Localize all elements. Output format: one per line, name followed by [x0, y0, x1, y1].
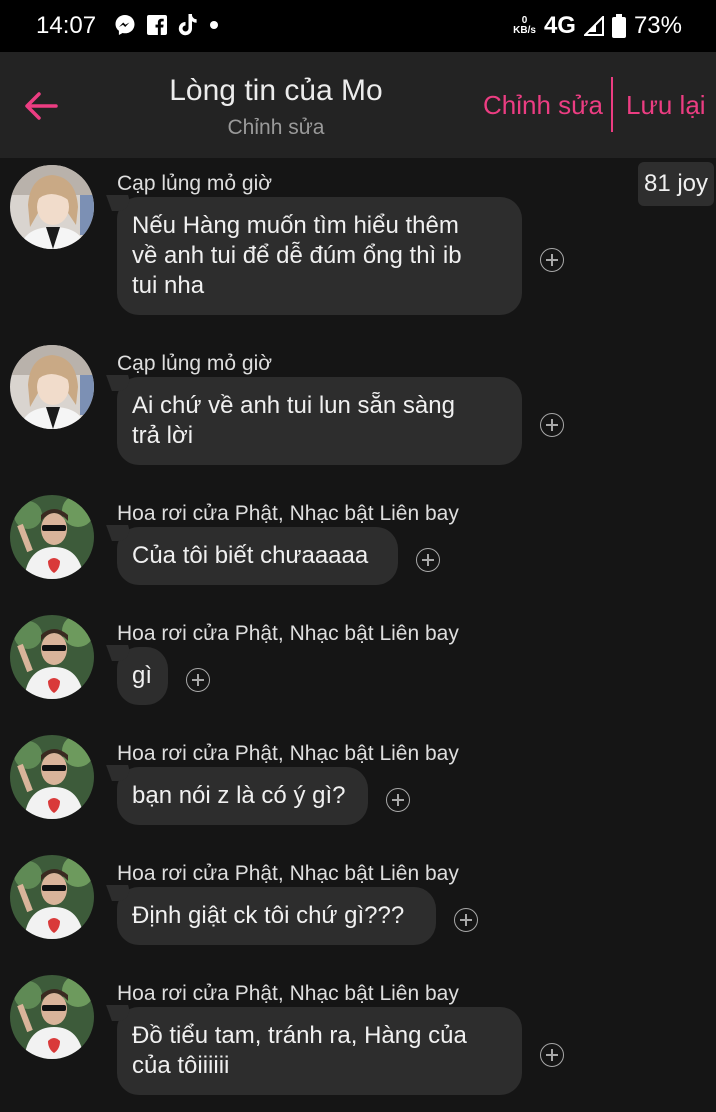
message-line: Định giật ck tôi chứ gì???	[132, 902, 405, 929]
message-line: bạn nói z là có ý gì?	[132, 782, 346, 809]
message-bubble[interactable]: Định giật ck tôi chứ gì???	[117, 887, 436, 945]
signal-icon	[583, 16, 604, 36]
avatar[interactable]	[10, 735, 94, 819]
page-subtitle: Chỉnh sửa	[227, 116, 325, 139]
add-reaction-icon[interactable]	[540, 1043, 564, 1067]
app-header: Lòng tin của Mo Chỉnh sửa Chỉnh sửa Lưu …	[0, 52, 716, 158]
avatar[interactable]	[10, 345, 94, 429]
message-line: gì	[132, 662, 153, 689]
edit-button[interactable]: Chỉnh sửa	[483, 90, 603, 121]
add-reaction-icon[interactable]	[454, 908, 478, 932]
message-bubble[interactable]: Của tôi biết chưaaaaa	[117, 527, 398, 585]
data-speed: 0 KB/s	[513, 16, 536, 36]
avatar[interactable]	[10, 165, 94, 249]
sender-name: Hoa rơi cửa Phật, Nhạc bật Liên bay	[117, 742, 459, 765]
avatar-photo-sunglasses	[10, 975, 94, 1059]
messenger-icon	[115, 15, 135, 35]
data-speed-unit: KB/s	[513, 25, 536, 36]
avatar[interactable]	[10, 855, 94, 939]
battery-icon	[611, 14, 626, 38]
add-reaction-icon[interactable]	[386, 788, 410, 812]
message-line: Đồ tiểu tam, tránh ra, Hàng của	[132, 1022, 467, 1049]
message-bubble[interactable]: gì	[117, 647, 168, 705]
message-bubble[interactable]: Đồ tiểu tam, tránh ra, Hàng của của tôii…	[117, 1007, 522, 1095]
tiktok-icon	[178, 14, 197, 36]
page-title: Lòng tin của Mo	[169, 74, 383, 107]
add-reaction-icon[interactable]	[540, 413, 564, 437]
facebook-icon	[147, 15, 167, 35]
status-time: 14:07	[36, 12, 97, 39]
network-type: 4G	[543, 12, 576, 39]
battery-percent: 73%	[633, 12, 682, 39]
sender-name: Hoa rơi cửa Phật, Nhạc bật Liên bay	[117, 862, 459, 885]
sender-name: Cạp lủng mỏ giờ	[117, 172, 273, 195]
avatar-photo-sunglasses	[10, 615, 94, 699]
avatar-photo-blonde	[10, 165, 94, 249]
avatar[interactable]	[10, 615, 94, 699]
avatar-photo-sunglasses	[10, 855, 94, 939]
sender-name: Hoa rơi cửa Phật, Nhạc bật Liên bay	[117, 502, 459, 525]
add-reaction-icon[interactable]	[416, 548, 440, 572]
add-reaction-icon[interactable]	[540, 248, 564, 272]
save-button[interactable]: Lưu lại	[626, 90, 706, 121]
avatar-photo-sunglasses	[10, 495, 94, 579]
message-bubble[interactable]: Ai chứ về anh tui lun sẵn sàng trả lời	[117, 377, 522, 465]
sender-name: Cạp lủng mỏ giờ	[117, 352, 273, 375]
message-line: về anh tui để dễ đúm ổng thì ib	[132, 242, 462, 269]
header-divider	[611, 77, 613, 132]
notification-icons	[114, 14, 219, 36]
avatar[interactable]	[10, 975, 94, 1059]
status-bar: 14:07 0 KB/s 4G 73%	[0, 0, 716, 52]
message-line: trả lời	[132, 422, 194, 449]
message-line: Ai chứ về anh tui lun sẵn sàng	[132, 392, 455, 419]
dot-icon	[210, 21, 218, 29]
avatar[interactable]	[10, 495, 94, 579]
message-bubble[interactable]: Nếu Hàng muốn tìm hiểu thêm về anh tui đ…	[117, 197, 522, 315]
message-bubble[interactable]: bạn nói z là có ý gì?	[117, 767, 368, 825]
avatar-photo-sunglasses	[10, 735, 94, 819]
add-reaction-icon[interactable]	[186, 668, 210, 692]
message-line: Nếu Hàng muốn tìm hiểu thêm	[132, 212, 459, 239]
sender-name: Hoa rơi cửa Phật, Nhạc bật Liên bay	[117, 982, 459, 1005]
message-line: tui nha	[132, 272, 205, 299]
joy-badge: 81 joy	[638, 162, 714, 206]
avatar-photo-blonde	[10, 345, 94, 429]
message-line: của tôiiiiii	[132, 1052, 230, 1079]
message-line: Của tôi biết chưaaaaa	[132, 542, 369, 569]
sender-name: Hoa rơi cửa Phật, Nhạc bật Liên bay	[117, 622, 459, 645]
status-right: 0 KB/s 4G 73%	[513, 12, 682, 40]
